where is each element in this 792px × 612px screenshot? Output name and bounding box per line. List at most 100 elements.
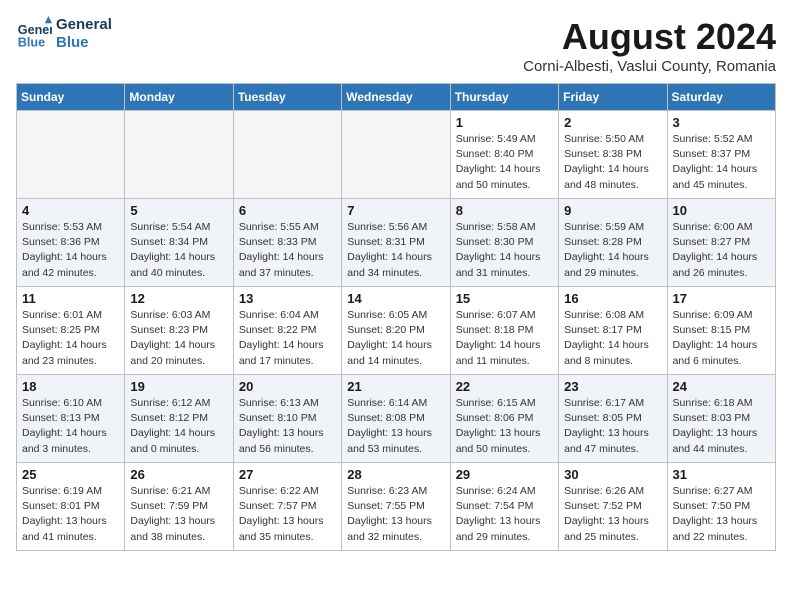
calendar-cell: 16 Sunrise: 6:08 AM Sunset: 8:17 PM Dayli… [559,287,667,375]
day-number: 19 [130,379,227,394]
logo-line2: Blue [56,34,112,52]
weekday-header: Friday [559,84,667,111]
day-info: Sunrise: 5:55 AM Sunset: 8:33 PM Dayligh… [239,220,336,281]
calendar-week-row: 18Sunrise: 6:10 AM Sunset: 8:13 PM Dayli… [17,375,776,463]
day-info: Sunrise: 5:58 AM Sunset: 8:30 PM Dayligh… [456,220,553,281]
day-info: Sunrise: 5:53 AM Sunset: 8:36 PM Dayligh… [22,220,119,281]
calendar-cell: 25 Sunrise: 6:19 AM Sunset: 8:01 PM Dayli… [17,463,125,551]
calendar-cell: 19 Sunrise: 6:12 AM Sunset: 8:12 PM Dayli… [125,375,233,463]
day-info: Sunrise: 6:26 AM Sunset: 7:52 PM Dayligh… [564,484,661,545]
day-number: 24 [673,379,770,394]
day-info: Sunrise: 6:22 AM Sunset: 7:57 PM Dayligh… [239,484,336,545]
day-info: Sunrise: 6:27 AM Sunset: 7:50 PM Dayligh… [673,484,770,545]
calendar-cell: 3Sunrise: 5:52 AM Sunset: 8:37 PM Daylig… [667,111,775,199]
calendar-cell [125,111,233,199]
calendar-week-row: 1Sunrise: 5:49 AM Sunset: 8:40 PM Daylig… [17,111,776,199]
day-number: 29 [456,467,553,482]
day-number: 2 [564,115,661,130]
day-number: 25 [22,467,119,482]
day-info: Sunrise: 6:03 AM Sunset: 8:23 PM Dayligh… [130,308,227,369]
logo: General Blue General Blue [16,16,112,52]
calendar-cell [233,111,341,199]
day-info: Sunrise: 6:00 AM Sunset: 8:27 PM Dayligh… [673,220,770,281]
logo-icon: General Blue [16,16,52,52]
day-number: 4 [22,203,119,218]
calendar-cell: 13 Sunrise: 6:04 AM Sunset: 8:22 PM Dayli… [233,287,341,375]
day-number: 7 [347,203,444,218]
calendar-cell: 17Sunrise: 6:09 AM Sunset: 8:15 PM Dayli… [667,287,775,375]
calendar-cell: 27Sunrise: 6:22 AM Sunset: 7:57 PM Dayli… [233,463,341,551]
day-info: Sunrise: 6:15 AM Sunset: 8:06 PM Dayligh… [456,396,553,457]
calendar: SundayMondayTuesdayWednesdayThursdayFrid… [16,83,776,551]
calendar-week-row: 11 Sunrise: 6:01 AM Sunset: 8:25 PM Dayli… [17,287,776,375]
day-number: 6 [239,203,336,218]
weekday-header: Tuesday [233,84,341,111]
day-info: Sunrise: 6:18 AM Sunset: 8:03 PM Dayligh… [673,396,770,457]
day-number: 28 [347,467,444,482]
weekday-header: Thursday [450,84,558,111]
month-year: August 2024 [523,16,776,58]
day-number: 20 [239,379,336,394]
location: Corni-Albesti, Vaslui County, Romania [523,58,776,75]
day-number: 13 [239,291,336,306]
calendar-cell: 1Sunrise: 5:49 AM Sunset: 8:40 PM Daylig… [450,111,558,199]
day-number: 21 [347,379,444,394]
day-info: Sunrise: 6:12 AM Sunset: 8:12 PM Dayligh… [130,396,227,457]
day-info: Sunrise: 6:01 AM Sunset: 8:25 PM Dayligh… [22,308,119,369]
calendar-cell: 11 Sunrise: 6:01 AM Sunset: 8:25 PM Dayli… [17,287,125,375]
day-info: Sunrise: 6:23 AM Sunset: 7:55 PM Dayligh… [347,484,444,545]
calendar-week-row: 4 Sunrise: 5:53 AM Sunset: 8:36 PM Daylig… [17,199,776,287]
day-info: Sunrise: 6:17 AM Sunset: 8:05 PM Dayligh… [564,396,661,457]
calendar-cell: 2 Sunrise: 5:50 AM Sunset: 8:38 PM Daylig… [559,111,667,199]
day-info: Sunrise: 5:59 AM Sunset: 8:28 PM Dayligh… [564,220,661,281]
day-info: Sunrise: 6:04 AM Sunset: 8:22 PM Dayligh… [239,308,336,369]
day-number: 17 [673,291,770,306]
day-info: Sunrise: 6:13 AM Sunset: 8:10 PM Dayligh… [239,396,336,457]
calendar-cell: 5 Sunrise: 5:54 AM Sunset: 8:34 PM Daylig… [125,199,233,287]
day-number: 15 [456,291,553,306]
day-number: 14 [347,291,444,306]
weekday-header: Monday [125,84,233,111]
calendar-cell: 14 Sunrise: 6:05 AM Sunset: 8:20 PM Dayli… [342,287,450,375]
weekday-header: Wednesday [342,84,450,111]
header: General Blue General Blue August 2024 Co… [16,16,776,75]
weekday-header: Sunday [17,84,125,111]
svg-text:Blue: Blue [18,36,45,50]
calendar-cell: 4 Sunrise: 5:53 AM Sunset: 8:36 PM Daylig… [17,199,125,287]
calendar-cell: 15 Sunrise: 6:07 AM Sunset: 8:18 PM Dayli… [450,287,558,375]
calendar-cell: 31 Sunrise: 6:27 AM Sunset: 7:50 PM Dayli… [667,463,775,551]
day-number: 10 [673,203,770,218]
day-info: Sunrise: 6:24 AM Sunset: 7:54 PM Dayligh… [456,484,553,545]
day-info: Sunrise: 6:07 AM Sunset: 8:18 PM Dayligh… [456,308,553,369]
calendar-cell: 9Sunrise: 5:59 AM Sunset: 8:28 PM Daylig… [559,199,667,287]
calendar-cell [342,111,450,199]
day-info: Sunrise: 6:19 AM Sunset: 8:01 PM Dayligh… [22,484,119,545]
day-info: Sunrise: 6:10 AM Sunset: 8:13 PM Dayligh… [22,396,119,457]
calendar-cell: 28 Sunrise: 6:23 AM Sunset: 7:55 PM Dayli… [342,463,450,551]
calendar-cell: 30 Sunrise: 6:26 AM Sunset: 7:52 PM Dayli… [559,463,667,551]
calendar-cell: 6 Sunrise: 5:55 AM Sunset: 8:33 PM Daylig… [233,199,341,287]
calendar-cell [17,111,125,199]
calendar-cell: 7Sunrise: 5:56 AM Sunset: 8:31 PM Daylig… [342,199,450,287]
day-info: Sunrise: 6:05 AM Sunset: 8:20 PM Dayligh… [347,308,444,369]
day-info: Sunrise: 5:54 AM Sunset: 8:34 PM Dayligh… [130,220,227,281]
day-number: 16 [564,291,661,306]
day-info: Sunrise: 5:49 AM Sunset: 8:40 PM Dayligh… [456,132,553,193]
day-number: 11 [22,291,119,306]
calendar-cell: 8Sunrise: 5:58 AM Sunset: 8:30 PM Daylig… [450,199,558,287]
calendar-cell: 20 Sunrise: 6:13 AM Sunset: 8:10 PM Dayli… [233,375,341,463]
day-number: 23 [564,379,661,394]
day-number: 30 [564,467,661,482]
day-info: Sunrise: 5:50 AM Sunset: 8:38 PM Dayligh… [564,132,661,193]
weekday-header: Saturday [667,84,775,111]
calendar-cell: 23 Sunrise: 6:17 AM Sunset: 8:05 PM Dayli… [559,375,667,463]
calendar-cell: 24 Sunrise: 6:18 AM Sunset: 8:03 PM Dayli… [667,375,775,463]
calendar-cell: 10 Sunrise: 6:00 AM Sunset: 8:27 PM Dayli… [667,199,775,287]
day-info: Sunrise: 6:08 AM Sunset: 8:17 PM Dayligh… [564,308,661,369]
day-info: Sunrise: 6:14 AM Sunset: 8:08 PM Dayligh… [347,396,444,457]
day-number: 22 [456,379,553,394]
day-number: 3 [673,115,770,130]
day-number: 5 [130,203,227,218]
day-number: 26 [130,467,227,482]
day-number: 31 [673,467,770,482]
